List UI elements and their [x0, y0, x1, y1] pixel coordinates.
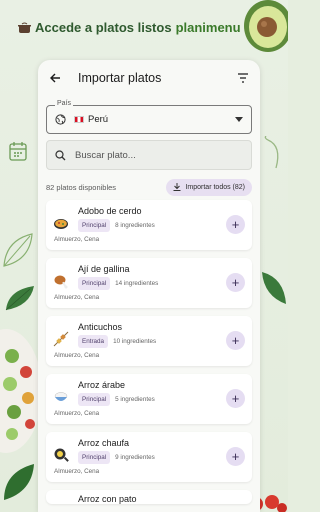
spinach-leaf-illustration	[4, 464, 34, 500]
list-item[interactable]: Arroz con pato	[46, 490, 252, 504]
summary-bar: 82 platos disponibles Importar todos (82…	[46, 178, 252, 196]
dish-list: Adobo de cerdo Principal 8 ingredientes …	[46, 200, 252, 504]
search-icon	[55, 149, 66, 160]
category-chip: Principal	[78, 277, 111, 290]
meal-types: Almuerzo, Cena	[54, 468, 100, 475]
ingredient-count: 9 ingredientes	[115, 454, 155, 461]
add-button[interactable]: +	[226, 447, 245, 466]
import-all-label: Importar todos (82)	[185, 183, 245, 191]
ingredient-count: 8 ingredientes	[115, 222, 155, 229]
ingredient-count: 14 ingredientes	[115, 280, 159, 287]
globe-icon	[55, 114, 66, 125]
country-legend: País	[55, 100, 74, 107]
brand-name: planimenu	[175, 20, 241, 35]
dish-name: Arroz con pato	[78, 494, 137, 504]
skewer-icon	[53, 331, 69, 347]
dish-name: Anticuchos	[78, 322, 123, 332]
add-button[interactable]: +	[226, 273, 245, 292]
peru-flag-icon	[74, 116, 84, 123]
dish-name: Arroz árabe	[78, 380, 126, 390]
dish-name: Arroz chaufa	[78, 438, 130, 448]
add-button[interactable]: +	[226, 331, 245, 350]
ingredient-count: 5 ingredientes	[115, 396, 155, 403]
dropdown-arrow-icon	[235, 117, 243, 122]
paella-icon	[53, 215, 69, 231]
spinach-leaf-illustration	[262, 272, 286, 304]
app-screen: Importar platos País Perú Buscar plato..…	[38, 60, 260, 512]
rice-bowl-icon	[53, 389, 69, 405]
list-item[interactable]: Adobo de cerdo Principal 8 ingredientes …	[46, 200, 252, 250]
dish-count: 82 platos disponibles	[46, 182, 117, 192]
add-button[interactable]: +	[226, 215, 245, 234]
chicken-leg-icon	[53, 273, 69, 289]
list-item[interactable]: Arroz chaufa Principal 9 ingredientes Al…	[46, 432, 252, 482]
import-all-button[interactable]: Importar todos (82)	[166, 178, 252, 196]
spinach-leaf-illustration	[5, 286, 34, 311]
leaf-illustration	[3, 233, 33, 267]
meal-types: Almuerzo, Cena	[54, 294, 100, 301]
filter-icon[interactable]	[234, 69, 252, 87]
dish-name: Adobo de cerdo	[78, 206, 142, 216]
calendar-icon	[9, 142, 27, 161]
country-value: Perú	[88, 114, 109, 125]
search-input[interactable]: Buscar plato...	[46, 140, 252, 170]
frying-pan-icon	[53, 447, 69, 463]
list-item[interactable]: Arroz árabe Principal 5 ingredientes Alm…	[46, 374, 252, 424]
back-arrow-icon[interactable]	[46, 69, 64, 87]
meal-types: Almuerzo, Cena	[54, 410, 100, 417]
category-chip: Principal	[78, 219, 111, 232]
search-placeholder: Buscar plato...	[75, 149, 136, 161]
dish-name: Ají de gallina	[78, 264, 130, 274]
page-title: Importar platos	[78, 71, 162, 85]
list-item[interactable]: Anticuchos Entrada 10 ingredientes Almue…	[46, 316, 252, 366]
add-button[interactable]: +	[226, 389, 245, 408]
ingredient-count: 10 ingredientes	[113, 338, 157, 345]
category-chip: Entrada	[78, 335, 109, 348]
meal-types: Almuerzo, Cena	[54, 352, 100, 359]
app-bar: Importar platos	[38, 60, 260, 96]
country-select[interactable]: País Perú	[46, 100, 252, 134]
promo-headline: Accede a platos listos planimenu	[18, 20, 270, 35]
headline-text: Accede a platos listos	[35, 20, 172, 35]
cooking-pot-icon	[18, 22, 31, 33]
category-chip: Principal	[78, 393, 111, 406]
download-icon	[173, 183, 181, 191]
chili-pepper-illustration	[264, 136, 279, 169]
meal-types: Almuerzo, Cena	[54, 236, 100, 243]
list-item[interactable]: Ají de gallina Principal 14 ingredientes…	[46, 258, 252, 308]
salad-bowl-illustration	[0, 329, 42, 453]
category-chip: Principal	[78, 451, 111, 464]
